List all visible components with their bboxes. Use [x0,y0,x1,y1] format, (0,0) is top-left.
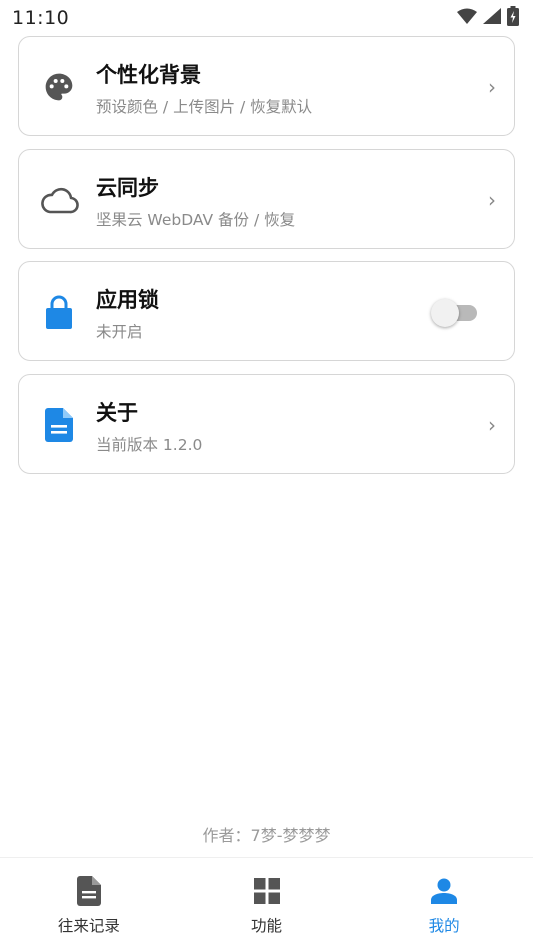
card-subtitle: 坚果云 WebDAV 备份 / 恢复 [96,211,296,229]
card-subtitle: 当前版本 1.2.0 [96,436,203,454]
document-icon [39,407,79,443]
cell-signal-icon [483,8,501,28]
person-icon [429,876,459,906]
card-title: 云同步 [96,176,159,200]
author-credit: 作者：7梦-梦梦梦 [202,826,331,845]
card-title: 应用锁 [96,288,159,312]
chevron-right-icon: › [488,413,496,437]
card-title: 个性化背景 [96,63,201,87]
chevron-right-icon: › [488,188,496,212]
wifi-icon [457,8,477,28]
nav-label: 我的 [428,917,460,935]
card-subtitle: 预设颜色 / 上传图片 / 恢复默认 [96,98,313,116]
document-icon [74,876,104,906]
status-bar: 11:10 [0,0,533,36]
bottom-nav: 往来记录 功能 我的 [0,857,533,948]
palette-icon [39,69,79,105]
status-time: 11:10 [12,7,70,29]
setting-card-background[interactable]: 个性化背景 预设颜色 / 上传图片 / 恢复默认 › [18,36,515,136]
cloud-icon [39,182,79,218]
status-icons [457,6,519,30]
battery-charging-icon [507,6,519,30]
setting-card-app-lock: 应用锁 未开启 [18,261,515,361]
setting-card-cloud-sync[interactable]: 云同步 坚果云 WebDAV 备份 / 恢复 › [18,149,515,249]
nav-item-mine[interactable]: 我的 [355,858,533,948]
nav-label: 往来记录 [57,917,120,935]
nav-item-features[interactable]: 功能 [178,858,356,948]
card-title: 关于 [96,401,138,425]
toggle-thumb [431,299,459,327]
nav-label: 功能 [251,917,283,935]
card-subtitle: 未开启 [96,323,143,341]
nav-item-records[interactable]: 往来记录 [0,858,178,948]
chevron-right-icon: › [488,75,496,99]
setting-card-about[interactable]: 关于 当前版本 1.2.0 › [18,374,515,474]
app-lock-toggle[interactable] [431,298,477,327]
grid-icon [252,876,282,906]
lock-icon [39,294,79,330]
